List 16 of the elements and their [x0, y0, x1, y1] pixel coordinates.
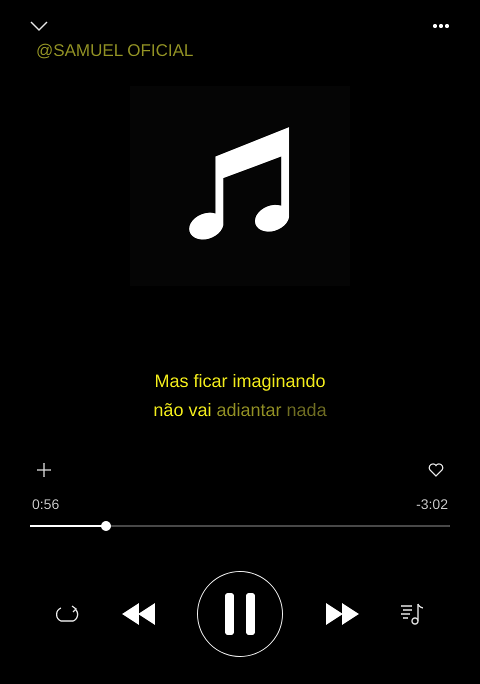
heart-icon[interactable]	[428, 463, 444, 477]
rewind-button[interactable]	[122, 603, 156, 625]
elapsed-time: 0:56	[32, 495, 60, 514]
remaining-time: -3:02	[416, 495, 448, 514]
fast-forward-button[interactable]	[324, 603, 358, 625]
lyric-line: não vai adiantar nada	[153, 399, 327, 422]
repeat-icon[interactable]	[56, 604, 80, 624]
channel-title: @SAMUEL OFICIAL	[36, 41, 194, 60]
pause-icon	[225, 593, 255, 635]
play-pause-button[interactable]	[197, 571, 283, 657]
lyric-line: Mas ficar imaginando	[154, 370, 326, 393]
add-icon[interactable]	[36, 462, 52, 478]
collapse-icon[interactable]	[30, 20, 48, 32]
queue-icon[interactable]	[400, 603, 424, 625]
progress-slider[interactable]	[30, 521, 450, 531]
more-icon[interactable]	[432, 23, 450, 29]
